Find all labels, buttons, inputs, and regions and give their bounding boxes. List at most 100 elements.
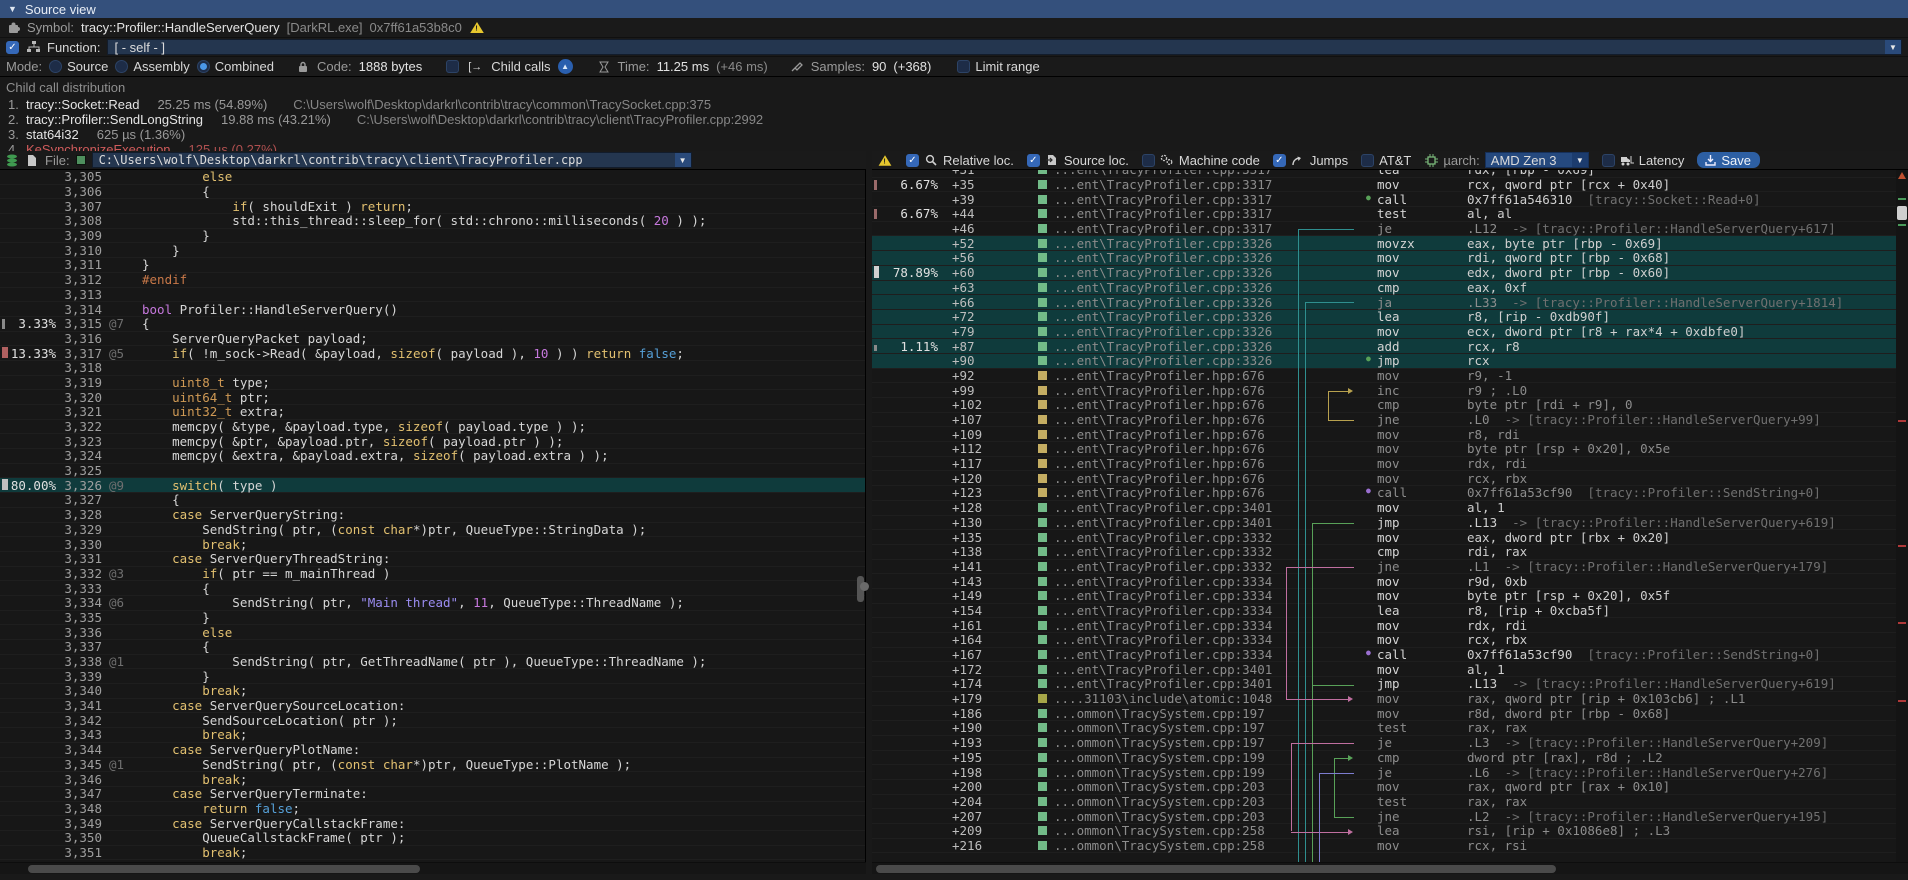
source-line[interactable]: 3,309 } xyxy=(0,229,865,244)
assembly-row[interactable]: +209...ommon\TracySystem.cpp:258learsi, … xyxy=(872,824,1908,839)
assembly-row[interactable]: +56...ent\TracyProfiler.cpp:3326movrdi, … xyxy=(872,251,1908,266)
function-checkbox[interactable] xyxy=(6,41,19,54)
assembly-row[interactable]: +72...ent\TracyProfiler.cpp:3326lear8, [… xyxy=(872,310,1908,325)
source-loc-toggle[interactable]: Source loc. xyxy=(1027,153,1129,168)
source-line[interactable]: 3,332@3 if( ptr == m_mainThread ) xyxy=(0,567,865,582)
source-line[interactable]: 3,349 case ServerQueryCallstackFrame: xyxy=(0,816,865,831)
assembly-row[interactable]: +149...ent\TracyProfiler.cpp:3334movbyte… xyxy=(872,589,1908,604)
assembly-row[interactable]: +204...ommon\TracySystem.cpp:203testrax,… xyxy=(872,795,1908,810)
source-vertical-scrollbar[interactable] xyxy=(856,170,865,862)
assembly-row[interactable]: +193...ommon\TracySystem.cpp:197je.L3 ->… xyxy=(872,736,1908,751)
jumps-toggle[interactable]: Jumps xyxy=(1273,153,1348,168)
source-line[interactable]: 3,340 break; xyxy=(0,684,865,699)
assembly-row[interactable]: +216...ommon\TracySystem.cpp:258movrcx, … xyxy=(872,839,1908,854)
source-line[interactable]: 3,312#endif xyxy=(0,273,865,288)
source-line[interactable]: 3,348 return false; xyxy=(0,802,865,817)
source-line[interactable]: 3.33%3,315@7{ xyxy=(0,317,865,332)
asm-vscroll-thumb[interactable] xyxy=(1897,206,1907,220)
assembly-row[interactable]: +107...ent\TracyProfiler.hpp:676jne.L0 -… xyxy=(872,413,1908,428)
source-line[interactable]: 3,325 xyxy=(0,464,865,479)
source-line[interactable]: 3,307 if( shouldExit ) return; xyxy=(0,199,865,214)
assembly-row[interactable]: +112...ent\TracyProfiler.hpp:676movbyte … xyxy=(872,442,1908,457)
source-line[interactable]: 3,335 } xyxy=(0,611,865,626)
limit-range-toggle[interactable]: Limit range xyxy=(957,59,1039,74)
source-line[interactable]: 3,319 uint8_t type; xyxy=(0,376,865,391)
assembly-row[interactable]: 6.67%+44...ent\TracyProfiler.cpp:3317tes… xyxy=(872,207,1908,222)
assembly-row[interactable]: +102...ent\TracyProfiler.hpp:676cmpbyte … xyxy=(872,398,1908,413)
child-call-item[interactable]: 2.tracy::Profiler::SendLongString19.88 m… xyxy=(0,112,1908,127)
assembly-row[interactable]: +135...ent\TracyProfiler.cpp:3332moveax,… xyxy=(872,530,1908,545)
assembly-row[interactable]: +141...ent\TracyProfiler.cpp:3332jne.L1 … xyxy=(872,560,1908,575)
source-line[interactable]: 3,311} xyxy=(0,258,865,273)
assembly-row[interactable]: +120...ent\TracyProfiler.hpp:676movrcx, … xyxy=(872,471,1908,486)
child-calls-checkbox[interactable] xyxy=(446,60,459,73)
assembly-row[interactable]: +130...ent\TracyProfiler.cpp:3401jmp.L13… xyxy=(872,516,1908,531)
source-line[interactable]: 3,323 memcpy( &ptr, &payload.ptr, sizeof… xyxy=(0,434,865,449)
assembly-row[interactable]: +172...ent\TracyProfiler.cpp:3401moval, … xyxy=(872,662,1908,677)
assembly-row[interactable]: +66...ent\TracyProfiler.cpp:3326ja.L33 -… xyxy=(872,295,1908,310)
assembly-row[interactable]: +186...ommon\TracySystem.cpp:197movr8d, … xyxy=(872,706,1908,721)
pane-resize-grip[interactable] xyxy=(860,582,869,591)
save-button[interactable]: Save xyxy=(1697,152,1760,168)
assembly-row[interactable]: +179....31103\include\atomic:1048movrax,… xyxy=(872,692,1908,707)
assembly-row[interactable]: +174...ent\TracyProfiler.cpp:3401jmp.L13… xyxy=(872,677,1908,692)
assembly-row[interactable]: 78.89%+60...ent\TracyProfiler.cpp:3326mo… xyxy=(872,266,1908,281)
source-line[interactable]: 3,318 xyxy=(0,361,865,376)
assembly-horizontal-scrollbar[interactable] xyxy=(872,862,1908,874)
source-hscroll-thumb[interactable] xyxy=(28,865,420,873)
window-title-bar[interactable]: ▼ Source view xyxy=(0,0,1908,18)
assembly-row[interactable]: +92...ent\TracyProfiler.hpp:676movr9, -1 xyxy=(872,369,1908,384)
child-calls-collapse-button[interactable]: ▲ xyxy=(558,59,573,74)
source-line[interactable]: 3,331 case ServerQueryThreadString: xyxy=(0,552,865,567)
source-line[interactable]: 3,334@6 SendString( ptr, "Main thread", … xyxy=(0,596,865,611)
assembly-row[interactable]: 6.67%+35...ent\TracyProfiler.cpp:3317mov… xyxy=(872,178,1908,193)
source-line[interactable]: 3,351 break; xyxy=(0,846,865,861)
assembly-row[interactable]: 1.11%+87...ent\TracyProfiler.cpp:3326add… xyxy=(872,339,1908,354)
uarch-select[interactable]: AMD Zen 3 ▼ xyxy=(1485,152,1589,168)
assembly-vertical-scrollbar[interactable] xyxy=(1896,170,1908,862)
mode-radio-combined[interactable]: Combined xyxy=(197,59,274,74)
source-line[interactable]: 3,327 { xyxy=(0,493,865,508)
source-line[interactable]: 3,310 } xyxy=(0,243,865,258)
assembly-row[interactable]: +99...ent\TracyProfiler.hpp:676incr9 ; .… xyxy=(872,383,1908,398)
source-line[interactable]: 3,305 else xyxy=(0,170,865,185)
source-line[interactable]: 3,320 uint64_t ptr; xyxy=(0,390,865,405)
mode-radio-assembly[interactable]: Assembly xyxy=(115,59,189,74)
source-line[interactable]: 80.00%3,326@9 switch( type ) xyxy=(0,478,865,493)
assembly-row[interactable]: +79...ent\TracyProfiler.cpp:3326movecx, … xyxy=(872,325,1908,340)
assembly-row[interactable]: +117...ent\TracyProfiler.hpp:676movrdx, … xyxy=(872,457,1908,472)
source-line[interactable]: 3,336 else xyxy=(0,625,865,640)
collapse-triangle-icon[interactable]: ▼ xyxy=(8,4,17,14)
uarch-dropdown-arrow-icon[interactable]: ▼ xyxy=(1572,153,1588,167)
att-toggle[interactable]: AT&T xyxy=(1361,153,1411,168)
latency-toggle[interactable]: Latency xyxy=(1602,153,1685,168)
assembly-row[interactable]: +109...ent\TracyProfiler.hpp:676movr8, r… xyxy=(872,427,1908,442)
assembly-row[interactable]: +167...ent\TracyProfiler.cpp:3334●call0x… xyxy=(872,648,1908,663)
assembly-row[interactable]: +190...ommon\TracySystem.cpp:197testrax,… xyxy=(872,721,1908,736)
source-line[interactable]: 3,324 memcpy( &extra, &payload.extra, si… xyxy=(0,449,865,464)
assembly-row[interactable]: +123...ent\TracyProfiler.hpp:676●call0x7… xyxy=(872,486,1908,501)
source-line[interactable]: 3,343 break; xyxy=(0,728,865,743)
assembly-row[interactable]: +138...ent\TracyProfiler.cpp:3332cmprdi,… xyxy=(872,545,1908,560)
source-line[interactable]: 3,339 } xyxy=(0,669,865,684)
assembly-row[interactable]: +46...ent\TracyProfiler.cpp:3317je.L12 -… xyxy=(872,222,1908,237)
source-line[interactable]: 3,338@1 SendString( ptr, GetThreadName( … xyxy=(0,655,865,670)
function-select[interactable]: [ - self - ] ▼ xyxy=(107,39,1902,55)
source-line[interactable]: 3,313 xyxy=(0,288,865,303)
source-line[interactable]: 3,328 case ServerQueryString: xyxy=(0,508,865,523)
assembly-row[interactable]: +161...ent\TracyProfiler.cpp:3334movrdx,… xyxy=(872,618,1908,633)
assembly-row[interactable]: +154...ent\TracyProfiler.cpp:3334lear8, … xyxy=(872,604,1908,619)
child-call-item[interactable]: 3.stat64i32625 µs (1.36%) xyxy=(0,127,1908,142)
file-select[interactable]: C:\Users\wolf\Desktop\darkrl\contrib\tra… xyxy=(92,152,692,168)
assembly-row[interactable]: +200...ommon\TracySystem.cpp:203movrax, … xyxy=(872,780,1908,795)
mode-radio-source[interactable]: Source xyxy=(49,59,108,74)
source-line[interactable]: 3,337 { xyxy=(0,640,865,655)
source-line[interactable]: 13.33%3,317@5 if( !m_sock->Read( &payloa… xyxy=(0,346,865,361)
source-line[interactable]: 3,308 std::this_thread::sleep_for( std::… xyxy=(0,214,865,229)
assembly-row[interactable]: +143...ent\TracyProfiler.cpp:3334movr9d,… xyxy=(872,574,1908,589)
source-line[interactable]: 3,350 QueueCallstackFrame( ptr ); xyxy=(0,831,865,846)
source-line[interactable]: 3,333 { xyxy=(0,581,865,596)
source-line[interactable]: 3,322 memcpy( &type, &payload.type, size… xyxy=(0,420,865,435)
source-line[interactable]: 3,306 { xyxy=(0,185,865,200)
assembly-row[interactable]: +63...ent\TracyProfiler.cpp:3326cmpeax, … xyxy=(872,281,1908,296)
